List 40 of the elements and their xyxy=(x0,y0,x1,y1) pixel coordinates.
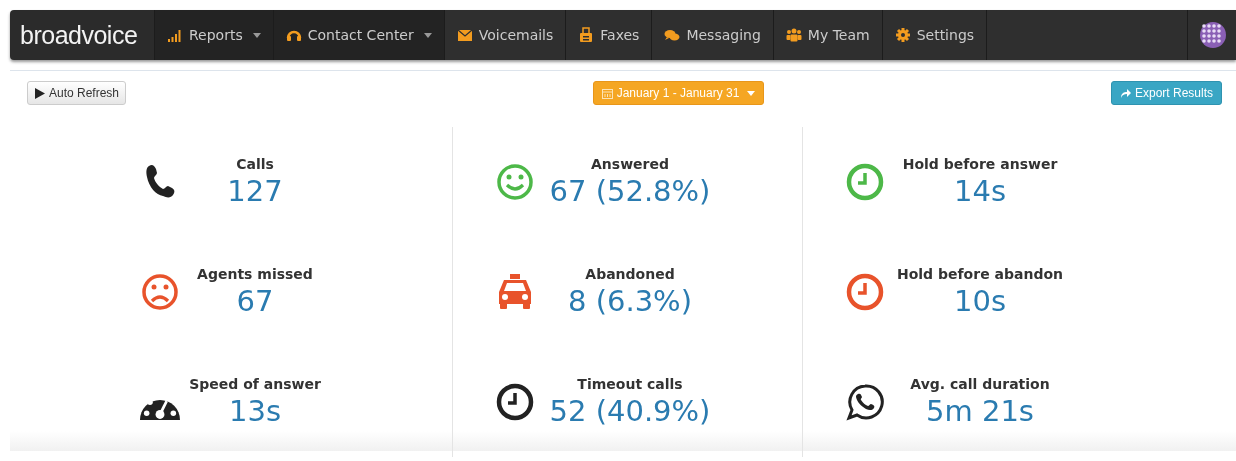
caret-icon xyxy=(252,32,261,38)
stat-label: Avg. call duration xyxy=(910,376,1050,392)
stat-value: 8 (6.3%) xyxy=(568,284,692,318)
stat-value: 127 xyxy=(227,174,283,208)
fax-icon xyxy=(578,27,595,43)
calendar-icon xyxy=(601,87,613,99)
chat-bubbles-icon xyxy=(664,27,681,43)
logo[interactable]: broadvoice xyxy=(10,10,154,60)
stat-label: Agents missed xyxy=(197,266,313,282)
caret-icon xyxy=(423,32,432,38)
caret-icon xyxy=(747,90,756,96)
gear-icon xyxy=(894,27,911,43)
auto-refresh-button[interactable]: Auto Refresh xyxy=(27,81,127,105)
nav-item[interactable]: Contact Center xyxy=(272,10,444,60)
stat-label: Hold before answer xyxy=(902,156,1058,172)
stat-value: 14s xyxy=(954,174,1006,208)
stat-label: Speed of answer xyxy=(189,376,321,392)
stat-value: 10s xyxy=(954,284,1006,318)
stat-label: Timeout calls xyxy=(577,376,683,392)
nav-item[interactable]: My Team xyxy=(772,10,882,60)
people-icon xyxy=(785,27,802,43)
nav-item[interactable]: Voicemails xyxy=(443,10,566,60)
nav-item[interactable]: Messaging xyxy=(651,10,773,60)
envelope-icon xyxy=(456,27,473,43)
avatar xyxy=(1200,22,1226,48)
stat-label: Calls xyxy=(236,156,274,172)
nav-item[interactable]: Reports xyxy=(154,10,273,60)
share-arrow-icon xyxy=(1119,87,1131,99)
nav-item[interactable]: Faxes xyxy=(565,10,652,60)
stat-value: 5m 21s xyxy=(926,394,1034,428)
stat-label: Abandoned xyxy=(585,266,675,282)
stat-label: Answered xyxy=(591,156,669,172)
stat-value: 52 (40.9%) xyxy=(549,394,711,428)
stat-value: 67 xyxy=(236,284,274,318)
signal-icon xyxy=(167,27,183,43)
nav-item[interactable]: Settings xyxy=(881,10,987,60)
stat-label: Hold before abandon xyxy=(897,266,1063,282)
stat-value: 13s xyxy=(229,394,281,428)
stat-value: 67 (52.8%) xyxy=(549,174,711,208)
play-icon xyxy=(34,87,45,99)
